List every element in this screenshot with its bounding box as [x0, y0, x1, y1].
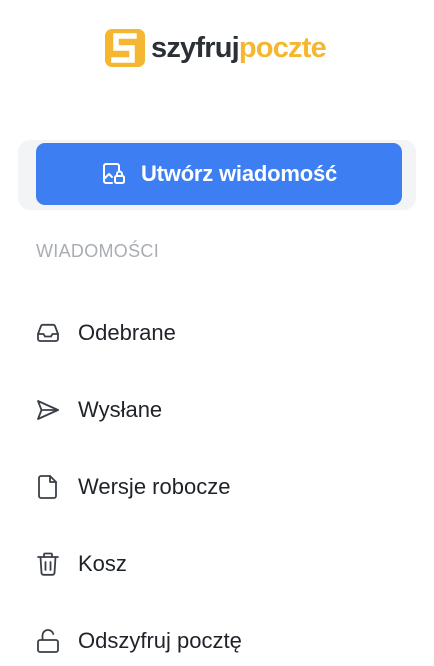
nav-label-trash: Kosz: [78, 550, 127, 576]
logo-text-part2: poczte: [238, 31, 327, 64]
nav-item-decrypt[interactable]: Odszyfruj pocztę: [34, 602, 414, 666]
unlock-icon: [37, 628, 59, 653]
logo-mark-icon: S: [105, 29, 145, 67]
folder-nav: Odebrane Wysłane Wersje robocze Kosz Ods…: [34, 294, 414, 666]
logo-text-part1: szyfruj: [151, 31, 240, 64]
nav-item-drafts[interactable]: Wersje robocze: [34, 448, 414, 525]
section-heading-messages: WIADOMOŚCI: [36, 241, 159, 261]
inbox-icon: [37, 323, 59, 342]
compose-container: Utwórz wiadomość: [18, 140, 416, 210]
logo-wordmark: szyfrujpoczte: [151, 31, 327, 64]
draft-file-icon: [38, 474, 57, 499]
compose-lock-icon: [102, 163, 125, 184]
nav-label-sent: Wysłane: [78, 396, 163, 422]
send-icon: [37, 399, 59, 420]
nav-label-inbox: Odebrane: [78, 319, 176, 345]
nav-item-inbox[interactable]: Odebrane: [34, 294, 414, 371]
brand-logo[interactable]: S szyfrujpoczte: [104, 26, 327, 70]
nav-label-decrypt: Odszyfruj pocztę: [78, 627, 242, 653]
nav-item-sent[interactable]: Wysłane: [34, 371, 414, 448]
sidebar: S szyfrujpoczte Utwórz wiadomość WIADOMO…: [0, 0, 434, 666]
compose-button[interactable]: Utwórz wiadomość: [36, 143, 402, 205]
trash-icon: [37, 552, 59, 576]
compose-label: Utwórz wiadomość: [140, 161, 338, 186]
nav-label-drafts: Wersje robocze: [78, 473, 231, 499]
nav-item-trash[interactable]: Kosz: [34, 525, 414, 602]
